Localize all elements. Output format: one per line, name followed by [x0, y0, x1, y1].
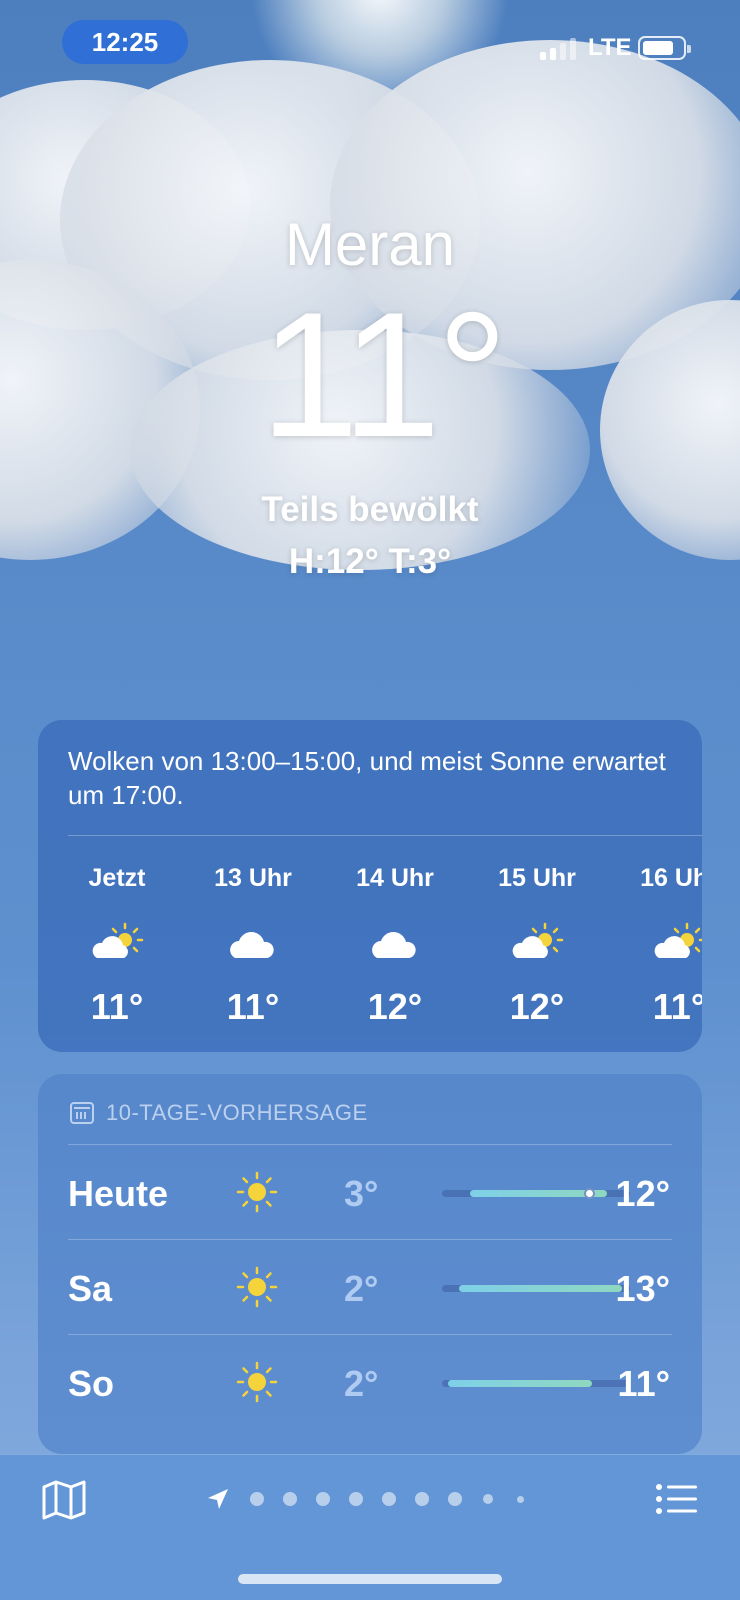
hourly-list[interactable]: Jetzt 11° 13 Uhr 11° 14 Uhr 12° 15 Uhr 1… [38, 836, 702, 1046]
sun-icon [236, 1361, 278, 1403]
cloud-icon [198, 918, 308, 968]
day-high-temp: 12° [615, 1173, 670, 1214]
calendar-icon [70, 1102, 94, 1124]
day-high-temp: 11° [617, 1363, 670, 1404]
page-indicator[interactable] [206, 1487, 537, 1511]
hour-label: 16 Uhr [640, 864, 702, 892]
hourly-forecast-card[interactable]: Wolken von 13:00–15:00, und meist Sonne … [38, 720, 702, 1052]
signal-icon [540, 38, 576, 60]
page-dot[interactable] [282, 1492, 297, 1506]
day-high-temp: 13° [615, 1268, 670, 1309]
forecast-day-row[interactable]: Sa 2° 13° [68, 1239, 672, 1334]
day-name: Heute [68, 1173, 169, 1214]
current-weather-header: Meran 11° Teils bewölkt H:12° T:3° [0, 205, 740, 584]
ten-day-header: 10-TAGE-VORHERSAGE [70, 1096, 368, 1130]
page-dot[interactable] [447, 1492, 462, 1506]
status-bar: 12:25 LTE [0, 0, 740, 90]
temperature-range-bar [442, 1188, 630, 1199]
ten-day-forecast-card[interactable]: 10-TAGE-VORHERSAGE Heute 3° 12° Sa 2° 13… [38, 1074, 702, 1454]
high-low-text: H:12° T:3° [288, 542, 452, 581]
location-arrow-icon[interactable] [206, 1487, 230, 1511]
day-name: Sa [68, 1268, 113, 1309]
map-icon[interactable] [40, 1475, 88, 1523]
page-dot[interactable] [249, 1492, 264, 1506]
ten-day-title: 10-TAGE-VORHERSAGE [106, 1100, 368, 1125]
temperature-range-bar [442, 1380, 630, 1387]
network-label: LTE [588, 34, 632, 61]
cloud-icon [340, 918, 450, 968]
hour-label: Jetzt [88, 864, 146, 892]
hour-item: 14 Uhr 12° [340, 836, 450, 1028]
hour-item: 16 Uhr 11° [624, 836, 702, 1028]
page-dot[interactable] [381, 1492, 396, 1506]
battery-icon [638, 36, 691, 60]
hour-label: 15 Uhr [498, 864, 576, 892]
page-dot[interactable] [414, 1492, 429, 1506]
temperature-range-fill [458, 1285, 623, 1292]
hour-temp: 11° [652, 986, 702, 1027]
city-name: Meran [284, 211, 456, 278]
hour-temp: 12° [509, 986, 565, 1027]
hour-item: 13 Uhr 11° [198, 836, 308, 1028]
hourly-summary: Wolken von 13:00–15:00, und meist Sonne … [68, 746, 666, 810]
forecast-day-row[interactable]: Heute 3° 12° [68, 1144, 672, 1239]
hour-temp: 11° [90, 986, 144, 1027]
hour-temp: 12° [367, 986, 423, 1027]
home-indicator[interactable] [238, 1574, 502, 1584]
hour-item: Jetzt 11° [62, 836, 172, 1028]
sun-icon [236, 1266, 278, 1308]
temperature-range-fill [447, 1380, 593, 1387]
page-dot[interactable] [482, 1494, 493, 1504]
hour-label: 13 Uhr [214, 864, 292, 892]
hour-label: 14 Uhr [356, 864, 434, 892]
forecast-day-row[interactable]: So 2° 11° [68, 1334, 672, 1429]
partly-sunny-icon [62, 918, 172, 968]
current-temp-marker [583, 1188, 595, 1199]
hour-temp: 11° [226, 986, 280, 1027]
page-dot[interactable] [517, 1495, 524, 1503]
partly-sunny-icon [624, 918, 702, 968]
sun-icon [236, 1171, 278, 1213]
page-dot[interactable] [348, 1492, 363, 1506]
day-name: So [68, 1363, 115, 1404]
day-low-temp: 2° [344, 1363, 379, 1404]
page-dot[interactable] [315, 1492, 330, 1506]
partly-sunny-icon [482, 918, 592, 968]
hour-item: 15 Uhr 12° [482, 836, 592, 1028]
day-low-temp: 2° [344, 1268, 379, 1309]
status-time[interactable]: 12:25 [62, 20, 188, 64]
temperature-range-bar [442, 1285, 630, 1292]
condition-text: Teils bewölkt [261, 490, 479, 529]
day-low-temp: 3° [344, 1173, 379, 1214]
list-icon[interactable] [652, 1475, 700, 1523]
current-temperature: 11° [260, 275, 508, 474]
